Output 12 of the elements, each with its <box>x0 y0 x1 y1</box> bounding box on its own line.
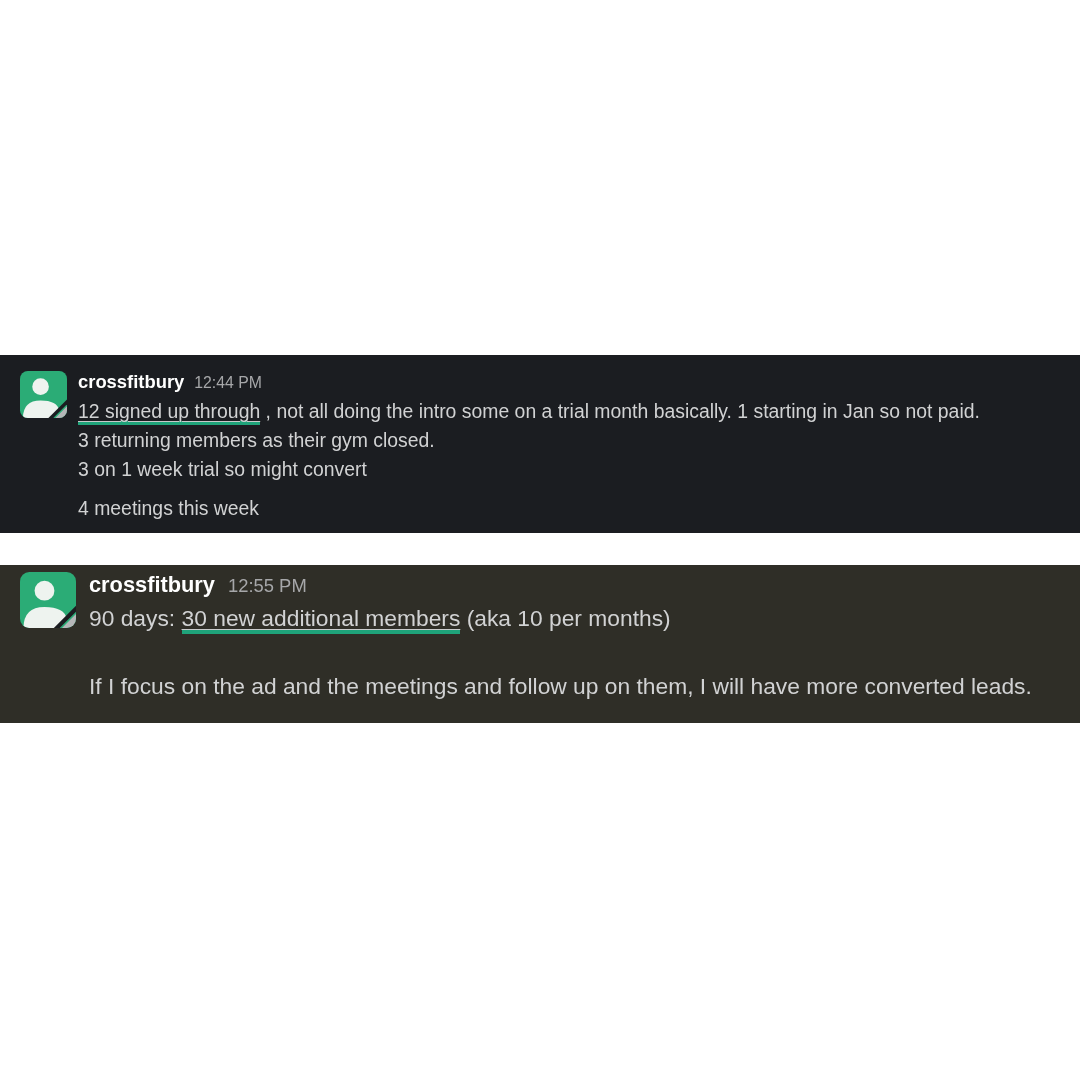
message-text: 4 meetings this week <box>78 496 261 521</box>
message-timestamp[interactable]: 12:55 PM <box>228 573 307 599</box>
user-avatar-icon <box>20 371 67 418</box>
message-text: 12 signed up through , not all doing the intro some on a trial month basically. 1 starting in Jan so not paid. <box>78 397 980 426</box>
message-text: 90 days: 30 new additional members (aka 10 per months) <box>89 601 1032 635</box>
author-name[interactable]: crossfitbury <box>89 572 215 598</box>
message-text: 3 returning members as their gym closed. <box>78 428 436 453</box>
message-text: 3 on 1 week trial so might convert <box>78 457 368 482</box>
author-name[interactable]: crossfitbury <box>78 371 185 393</box>
message-text: If I focus on the ad and the meetings and follow up on them, I will have more converted leads. <box>89 672 1032 701</box>
message-timestamp[interactable]: 12:44 PM <box>194 372 262 394</box>
user-avatar-icon <box>20 572 76 628</box>
